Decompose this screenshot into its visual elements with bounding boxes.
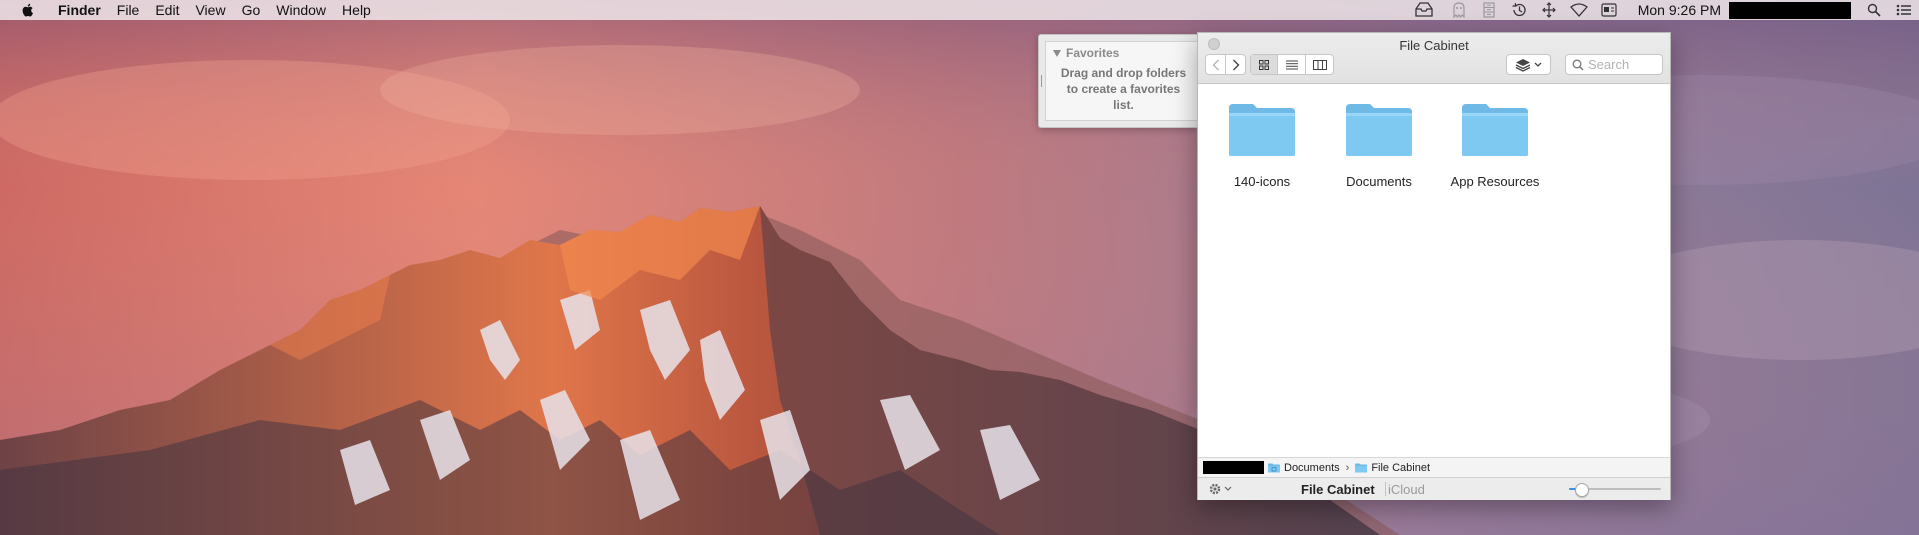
status-divider xyxy=(1385,482,1386,496)
path-crumb-label: Documents xyxy=(1284,461,1340,474)
folder-label: 140-icons xyxy=(1233,174,1291,189)
columns-icon xyxy=(1312,59,1327,70)
folder-item-140-icons[interactable]: 140-icons xyxy=(1207,100,1317,189)
ghost-icon[interactable] xyxy=(1450,2,1468,18)
chevron-left-icon xyxy=(1212,59,1219,70)
folder-icon xyxy=(1229,104,1295,156)
chevron-right-icon xyxy=(1232,59,1239,70)
list-view-button[interactable] xyxy=(1278,55,1306,74)
menu-view[interactable]: View xyxy=(187,0,233,20)
redacted-path-segment xyxy=(1203,461,1264,474)
arrange-menu-button[interactable] xyxy=(1506,54,1551,75)
favorites-drawer: Favorites Drag and drop folders to creat… xyxy=(1038,34,1197,128)
menu-edit[interactable]: Edit xyxy=(147,0,187,20)
favorites-header-label: Favorites xyxy=(1066,46,1120,60)
favorites-empty-hint: Drag and drop folders to create a favori… xyxy=(1060,66,1187,112)
list-icon xyxy=(1285,60,1298,69)
folder-icon xyxy=(1355,463,1368,472)
documents-folder-icon xyxy=(1268,463,1280,472)
favorites-list[interactable]: Favorites Drag and drop folders to creat… xyxy=(1045,41,1197,121)
menu-window[interactable]: Window xyxy=(268,0,334,20)
wifi-icon[interactable] xyxy=(1569,2,1588,18)
folder-label: Documents xyxy=(1346,174,1412,189)
search-input[interactable] xyxy=(1588,57,1658,72)
spotlight-search-icon[interactable] xyxy=(1865,2,1883,18)
file-cabinet-inbox-icon[interactable] xyxy=(1410,2,1438,18)
menu-help[interactable]: Help xyxy=(334,0,379,20)
nav-back-forward xyxy=(1205,54,1246,75)
layers-icon xyxy=(1515,58,1531,72)
file-cabinet-window: File Cabinet Search 140-icons Documents … xyxy=(1197,32,1671,500)
column-view-button[interactable] xyxy=(1306,55,1333,74)
path-crumb-label: File Cabinet xyxy=(1371,461,1431,474)
icon-view-button[interactable] xyxy=(1251,55,1278,74)
back-button[interactable] xyxy=(1206,55,1226,74)
status-bar: File Cabinet iCloud xyxy=(1198,477,1670,500)
menu-app-finder[interactable]: Finder xyxy=(50,0,109,20)
icon-size-slider[interactable] xyxy=(1569,483,1661,497)
grid-icon xyxy=(1259,59,1269,70)
folder-item-app-resources[interactable]: App Resources xyxy=(1440,100,1550,189)
forward-button[interactable] xyxy=(1226,55,1245,74)
menu-go[interactable]: Go xyxy=(234,0,269,20)
menu-file[interactable]: File xyxy=(109,0,148,20)
chevron-down-icon xyxy=(1534,62,1542,67)
cabinet-drawers-icon[interactable] xyxy=(1480,2,1498,18)
path-crumb-file-cabinet[interactable]: File Cabinet xyxy=(1355,462,1430,474)
window-title: File Cabinet xyxy=(1399,38,1469,53)
favorites-header[interactable]: Favorites xyxy=(1046,42,1197,60)
action-menu-button[interactable] xyxy=(1208,482,1232,496)
disclosure-triangle-icon[interactable] xyxy=(1053,49,1061,57)
status-menu-area: Mon 9:26 PM xyxy=(1404,0,1919,20)
search-field[interactable] xyxy=(1565,54,1663,75)
folder-icon xyxy=(1462,104,1528,156)
input-menu-icon[interactable] xyxy=(1600,2,1618,18)
folder-label: App Resources xyxy=(1450,174,1540,189)
drawer-resize-handle[interactable] xyxy=(1041,75,1044,87)
folder-item-documents[interactable]: Documents xyxy=(1324,100,1434,189)
path-bar: Documents › File Cabinet xyxy=(1198,457,1670,477)
folder-icon xyxy=(1346,104,1412,156)
gear-icon xyxy=(1209,483,1221,495)
view-mode-control xyxy=(1250,54,1334,75)
chevron-right-icon: › xyxy=(1345,461,1350,474)
menu-bar: Finder File Edit View Go Window Help Mon… xyxy=(0,0,1919,20)
menu-clock[interactable]: Mon 9:26 PM xyxy=(1638,2,1721,18)
window-titlebar[interactable]: File Cabinet xyxy=(1198,33,1670,84)
path-crumb-documents[interactable]: Documents xyxy=(1268,462,1340,474)
redacted-user-name xyxy=(1729,1,1851,19)
status-folder-name: File Cabinet xyxy=(1301,481,1375,497)
status-location: iCloud xyxy=(1388,481,1425,497)
slider-knob[interactable] xyxy=(1575,483,1590,497)
file-browser-content[interactable]: 140-icons Documents App Resources xyxy=(1198,84,1670,456)
time-machine-icon[interactable] xyxy=(1510,2,1528,18)
apple-menu-icon[interactable] xyxy=(20,2,36,18)
move-arrows-icon[interactable] xyxy=(1540,2,1558,18)
notification-center-icon[interactable] xyxy=(1895,2,1913,18)
search-icon xyxy=(1572,59,1584,71)
chevron-down-icon xyxy=(1224,486,1232,491)
